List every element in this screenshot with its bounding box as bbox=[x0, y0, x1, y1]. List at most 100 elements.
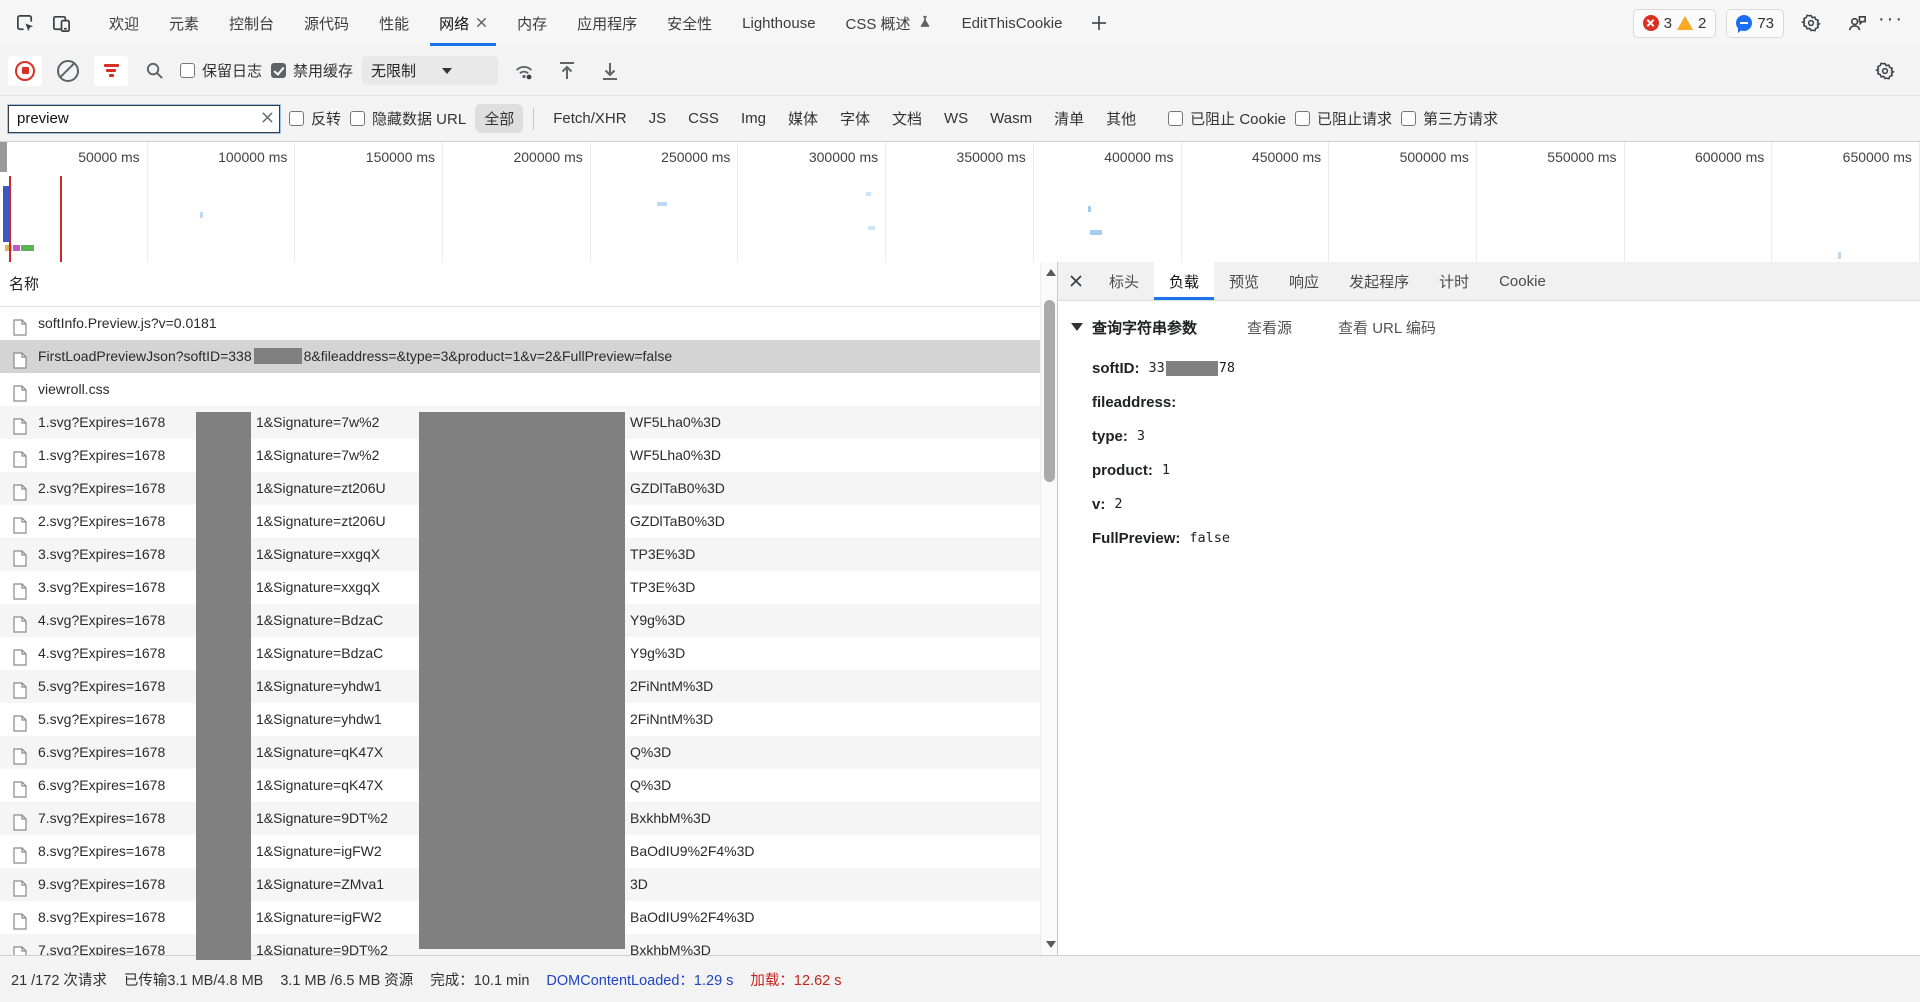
network-settings-gear-icon[interactable] bbox=[1868, 56, 1902, 86]
invert-box[interactable] bbox=[289, 111, 304, 126]
name-column-header[interactable]: 名称 bbox=[0, 262, 1057, 307]
disable-cache-checkbox[interactable]: 禁用缓存 bbox=[271, 60, 353, 81]
import-har-icon[interactable] bbox=[593, 56, 627, 86]
inspect-element-icon[interactable] bbox=[14, 12, 36, 34]
close-details-icon[interactable] bbox=[1058, 262, 1094, 300]
details-tab-发起程序[interactable]: 发起程序 bbox=[1334, 262, 1424, 300]
blocked-cookies-box[interactable] bbox=[1168, 111, 1183, 126]
param-value-text: 78 bbox=[1219, 360, 1235, 376]
close-tab-icon[interactable] bbox=[476, 15, 487, 32]
view-url-encoded-button[interactable]: 查看 URL 编码 bbox=[1338, 317, 1436, 338]
tab-控制台[interactable]: 控制台 bbox=[214, 0, 289, 46]
tab-EditThisCookie[interactable]: EditThisCookie bbox=[947, 0, 1078, 46]
blocked-cookies-checkbox[interactable]: 已阻止 Cookie bbox=[1168, 108, 1286, 129]
view-source-button[interactable]: 查看源 bbox=[1247, 317, 1292, 338]
timeline-tick: 300000 ms bbox=[738, 142, 886, 262]
new-tab-button[interactable] bbox=[1077, 15, 1121, 31]
file-icon bbox=[13, 942, 27, 955]
timeline-ruler: 50000 ms100000 ms150000 ms200000 ms25000… bbox=[0, 142, 1920, 262]
hide-data-urls-checkbox[interactable]: 隐藏数据 URL bbox=[350, 108, 466, 129]
filter-type-清单[interactable]: 清单 bbox=[1045, 104, 1093, 133]
filter-type-Img[interactable]: Img bbox=[732, 106, 775, 131]
hide-data-urls-box[interactable] bbox=[350, 111, 365, 126]
request-name-part: 1&Signature=9DT%2 bbox=[256, 934, 388, 955]
request-row[interactable]: viewroll.css bbox=[0, 373, 1040, 406]
filter-type-文档[interactable]: 文档 bbox=[883, 104, 931, 133]
network-overview-timeline[interactable]: 50000 ms100000 ms150000 ms200000 ms25000… bbox=[0, 142, 1920, 263]
blocked-requests-checkbox[interactable]: 已阻止请求 bbox=[1295, 108, 1392, 129]
scroll-down-icon[interactable] bbox=[1046, 941, 1056, 948]
param-key: fileaddress: bbox=[1092, 394, 1176, 411]
settings-gear-icon[interactable] bbox=[1800, 12, 1822, 34]
payload-panel: 查询字符串参数 查看源 查看 URL 编码 softID:3378fileadd… bbox=[1058, 300, 1920, 955]
tab-欢迎[interactable]: 欢迎 bbox=[94, 0, 154, 46]
details-tab-响应[interactable]: 响应 bbox=[1274, 262, 1334, 300]
messages-badge[interactable]: 73 bbox=[1726, 9, 1784, 38]
filter-type-JS[interactable]: JS bbox=[640, 106, 676, 131]
warning-icon bbox=[1677, 16, 1693, 30]
record-network-log-button[interactable] bbox=[8, 56, 42, 86]
details-tab-计时[interactable]: 计时 bbox=[1424, 262, 1484, 300]
redaction-overlay bbox=[419, 412, 625, 949]
tab-性能[interactable]: 性能 bbox=[364, 0, 424, 46]
tab-网络[interactable]: 网络 bbox=[424, 0, 502, 46]
errors-warnings-badge[interactable]: 3 2 bbox=[1633, 9, 1717, 38]
request-name-part: 7.svg?Expires=1678 bbox=[38, 802, 165, 835]
feedback-person-icon[interactable] bbox=[1846, 12, 1868, 34]
redaction-overlay bbox=[196, 412, 251, 960]
device-toolbar-icon[interactable] bbox=[50, 12, 72, 34]
third-party-checkbox[interactable]: 第三方请求 bbox=[1401, 108, 1498, 129]
tab-label: 性能 bbox=[379, 13, 409, 34]
search-icon[interactable] bbox=[137, 56, 171, 86]
details-tab-标头[interactable]: 标头 bbox=[1094, 262, 1154, 300]
tab-内存[interactable]: 内存 bbox=[502, 0, 562, 46]
filter-type-其他[interactable]: 其他 bbox=[1097, 104, 1145, 133]
third-party-box[interactable] bbox=[1401, 111, 1416, 126]
query-string-section-header[interactable]: 查询字符串参数 查看源 查看 URL 编码 bbox=[1058, 311, 1920, 343]
details-tab-预览[interactable]: 预览 bbox=[1214, 262, 1274, 300]
throttling-dropdown[interactable]: 无限制 bbox=[362, 56, 498, 85]
more-options-icon[interactable]: ··· bbox=[1878, 14, 1904, 32]
collapse-triangle-icon[interactable] bbox=[1071, 323, 1083, 331]
timeline-tick: 450000 ms bbox=[1182, 142, 1330, 262]
clear-filter-icon[interactable] bbox=[261, 111, 274, 128]
request-name-part: 1.svg?Expires=1678 bbox=[38, 406, 165, 439]
request-name-part: TP3E%3D bbox=[630, 571, 695, 604]
scrollbar-thumb[interactable] bbox=[1044, 300, 1055, 482]
scroll-up-icon[interactable] bbox=[1046, 269, 1056, 276]
filter-type-Wasm[interactable]: Wasm bbox=[981, 106, 1041, 131]
finish-time: 完成：10.1 min bbox=[430, 969, 529, 990]
preserve-log-box[interactable] bbox=[180, 63, 195, 78]
request-row[interactable]: FirstLoadPreviewJson?softID=3388&fileadd… bbox=[0, 340, 1040, 373]
tab-安全性[interactable]: 安全性 bbox=[652, 0, 727, 46]
request-details-panel: 标头负载预览响应发起程序计时Cookie 查询字符串参数 查看源 查看 URL … bbox=[1058, 262, 1920, 955]
param-key: FullPreview: bbox=[1092, 530, 1180, 547]
details-tab-负载[interactable]: 负载 bbox=[1154, 262, 1214, 300]
tab-strip: 欢迎元素控制台源代码性能网络内存应用程序安全性LighthouseCSS 概述E… bbox=[94, 0, 1077, 46]
tab-元素[interactable]: 元素 bbox=[154, 0, 214, 46]
disable-cache-box[interactable] bbox=[271, 63, 286, 78]
tab-Lighthouse[interactable]: Lighthouse bbox=[727, 0, 830, 46]
tab-应用程序[interactable]: 应用程序 bbox=[562, 0, 652, 46]
filter-type-CSS[interactable]: CSS bbox=[679, 106, 728, 131]
filter-input[interactable] bbox=[8, 105, 280, 133]
filter-type-WS[interactable]: WS bbox=[935, 106, 977, 131]
filter-toggle-button[interactable] bbox=[94, 56, 128, 86]
request-row[interactable]: softInfo.Preview.js?v=0.0181 bbox=[0, 307, 1040, 340]
filter-type-媒体[interactable]: 媒体 bbox=[779, 104, 827, 133]
blocked-requests-box[interactable] bbox=[1295, 111, 1310, 126]
filter-type-字体[interactable]: 字体 bbox=[831, 104, 879, 133]
details-tab-Cookie[interactable]: Cookie bbox=[1484, 262, 1561, 300]
filter-type-Fetch/XHR[interactable]: Fetch/XHR bbox=[544, 106, 635, 131]
requests-scrollbar[interactable] bbox=[1040, 262, 1057, 955]
request-name-part: GZDlTaB0%3D bbox=[630, 505, 725, 538]
network-conditions-icon[interactable] bbox=[507, 56, 541, 86]
filter-type-全部[interactable]: 全部 bbox=[475, 104, 523, 133]
preserve-log-checkbox[interactable]: 保留日志 bbox=[180, 60, 262, 81]
clear-network-log-button[interactable] bbox=[51, 56, 85, 86]
invert-filter-checkbox[interactable]: 反转 bbox=[289, 108, 341, 129]
tab-CSS 概述[interactable]: CSS 概述 bbox=[831, 0, 947, 46]
tab-源代码[interactable]: 源代码 bbox=[289, 0, 364, 46]
export-har-icon[interactable] bbox=[550, 56, 584, 86]
param-value: false bbox=[1189, 530, 1230, 546]
